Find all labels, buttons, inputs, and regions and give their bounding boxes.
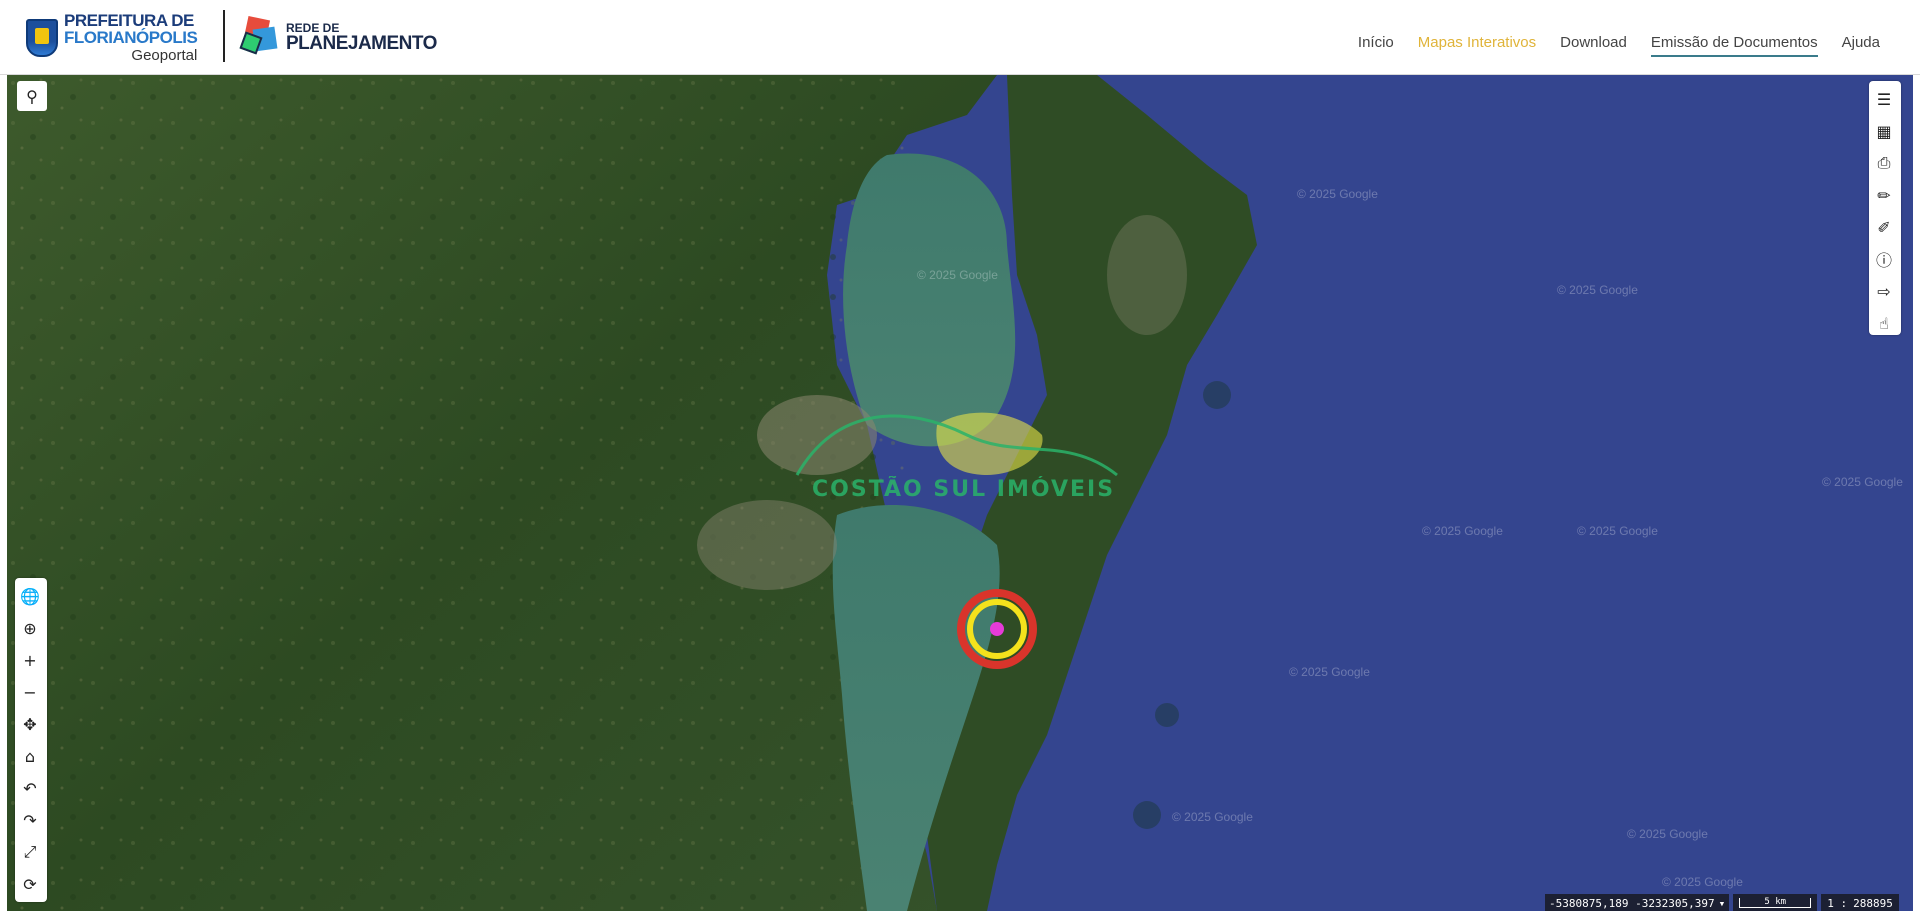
globe-icon[interactable]: 🌐: [15, 580, 45, 612]
rede-line2: PLANEJAMENTO: [286, 33, 437, 54]
coordinate-value: -5380875,189 -3232305,397: [1549, 896, 1715, 910]
google-watermark: © 2025 Google: [1662, 875, 1743, 889]
draw-icon[interactable]: ✐: [1869, 211, 1899, 243]
zoom-out-icon[interactable]: −: [15, 676, 45, 708]
nav-emissao-documentos[interactable]: Emissão de Documentos: [1650, 34, 1818, 57]
ratio-value: 288895: [1853, 896, 1893, 910]
google-watermark: © 2025 Google: [1172, 810, 1253, 824]
nav-inicio[interactable]: Início: [1358, 34, 1394, 57]
left-toolbar: 🌐 ⊕ + − ✥ ⌂ ↶ ↷ ⤢ ⟳: [15, 578, 47, 902]
scale-ratio[interactable]: 1 : 288895: [1821, 894, 1899, 911]
info-icon[interactable]: ⓘ: [1869, 243, 1899, 275]
pointer-icon[interactable]: ☝: [1869, 307, 1899, 339]
google-watermark: © 2025 Google: [1627, 827, 1708, 841]
basemap-icon[interactable]: ▦: [1869, 115, 1899, 147]
map-canvas[interactable]: COSTÃO SUL IMÓVEIS © 2025 Google © 2025 …: [7, 75, 1913, 911]
city-crest-icon: [26, 18, 58, 57]
google-watermark: © 2025 Google: [1422, 524, 1503, 538]
prefeitura-logo[interactable]: PREFEITURA DE FLORIANÓPOLIS Geoportal: [26, 10, 198, 65]
google-watermark: © 2025 Google: [1289, 665, 1370, 679]
layers-icon[interactable]: ☰: [1869, 83, 1899, 115]
ratio-prefix: 1 :: [1827, 896, 1848, 910]
fullscreen-icon[interactable]: ⤢: [15, 836, 45, 868]
map-status-bar: -5380875,189 -3232305,397 ▾ 5 km 1 : 288…: [1545, 893, 1899, 911]
coordinate-readout[interactable]: -5380875,189 -3232305,397 ▾: [1545, 894, 1730, 911]
main-nav: Início Mapas Interativos Download Emissã…: [1358, 34, 1880, 57]
google-watermark: © 2025 Google: [1822, 475, 1903, 489]
marker-center-dot: [990, 622, 1004, 636]
nav-ajuda[interactable]: Ajuda: [1842, 34, 1880, 57]
right-toolbar: ☰ ▦ ⎙ ✏ ✐ ⓘ ⇨ ☝: [1869, 81, 1901, 335]
scale-label: 5 km: [1739, 898, 1812, 908]
refresh-icon[interactable]: ⟳: [15, 868, 45, 900]
google-watermark: © 2025 Google: [1557, 283, 1638, 297]
org-name-line1: PREFEITURA DE: [64, 11, 194, 30]
rede-planejamento-logo[interactable]: REDE DE PLANEJAMENTO: [239, 10, 437, 65]
google-watermark: © 2025 Google: [1297, 187, 1378, 201]
app-header: PREFEITURA DE FLORIANÓPOLIS Geoportal RE…: [0, 0, 1920, 75]
nav-download[interactable]: Download: [1560, 34, 1627, 57]
redo-icon[interactable]: ↷: [15, 804, 45, 836]
export-icon[interactable]: ⇨: [1869, 275, 1899, 307]
pan-icon[interactable]: ✥: [15, 708, 45, 740]
scale-bar: 5 km: [1733, 894, 1818, 911]
google-watermark: © 2025 Google: [917, 268, 998, 282]
zoom-extent-icon[interactable]: ⊕: [15, 612, 45, 644]
undo-icon[interactable]: ↶: [15, 772, 45, 804]
nav-mapas-interativos[interactable]: Mapas Interativos: [1418, 34, 1536, 57]
search-button[interactable]: ⚲: [17, 81, 47, 111]
org-name-line2: FLORIANÓPOLIS: [64, 28, 198, 47]
measure-icon[interactable]: ✏: [1869, 179, 1899, 211]
home-icon[interactable]: ⌂: [15, 740, 45, 772]
geoportal-label: Geoportal: [131, 47, 198, 64]
print-icon[interactable]: ⎙: [1869, 147, 1899, 179]
header-divider: [223, 10, 225, 62]
costao-brand-watermark: COSTÃO SUL IMÓVEIS: [812, 477, 1116, 502]
google-watermark: © 2025 Google: [1577, 524, 1658, 538]
rede-logo-icon: [239, 15, 282, 60]
search-icon: ⚲: [26, 86, 38, 106]
zoom-in-icon[interactable]: +: [15, 644, 45, 676]
chevron-down-icon[interactable]: ▾: [1719, 897, 1726, 910]
